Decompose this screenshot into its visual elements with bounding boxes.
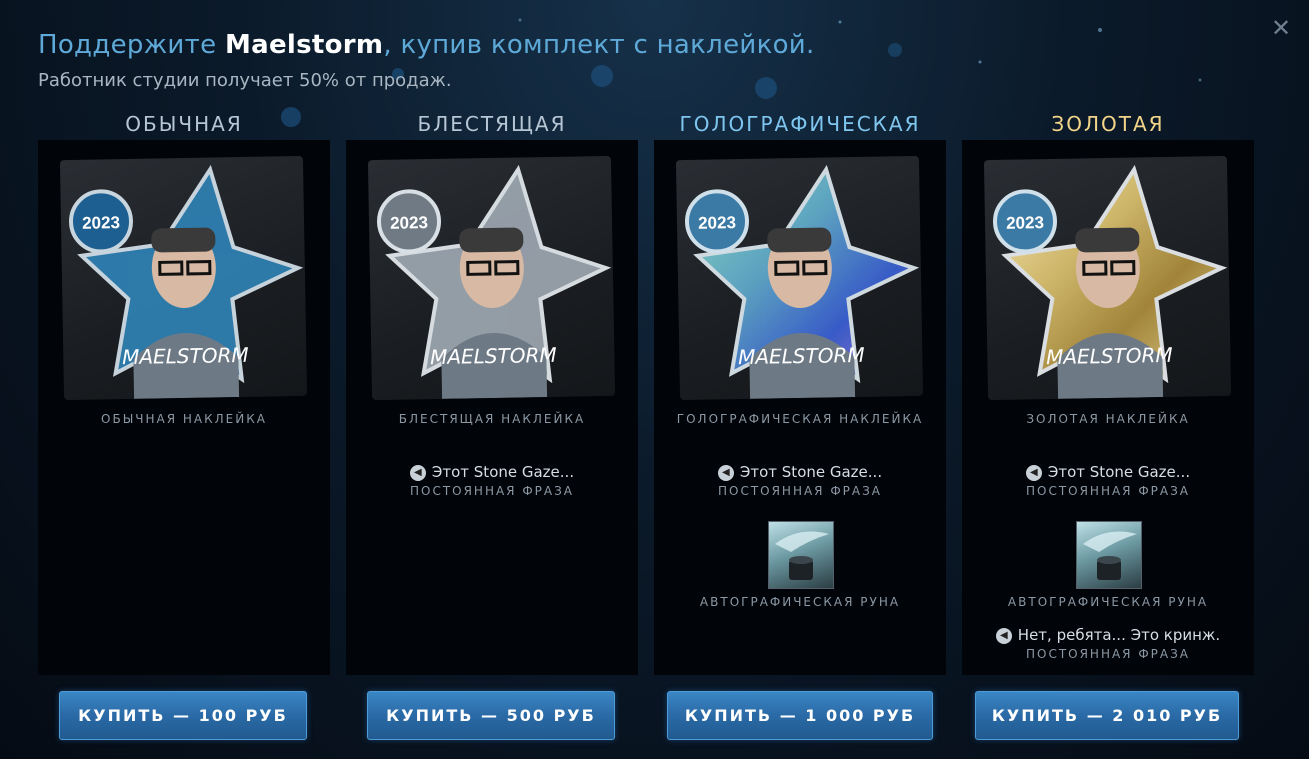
voice-line[interactable]: ◀ Этот Stone Gaze... ПОСТОЯННАЯ ФРАЗА [654, 463, 946, 498]
buy-holo-button[interactable]: КУПИТЬ — 1 000 РУБ [667, 691, 933, 740]
sticker-label: БЛЕСТЯЩАЯ НАКЛЕЙКА [398, 412, 586, 426]
page-subtitle: Работник студии получает 50% от продаж. [38, 70, 452, 91]
voice-line-text: Нет, ребята... Это кринж. [1017, 626, 1221, 644]
voice-line-text: Этот Stone Gaze... [1047, 463, 1191, 481]
tier-panel: 2023 MAELSTORM ГОЛОГРАФИЧЕСКАЯ НАКЛЕЙКА … [654, 140, 946, 675]
sticker-image[interactable]: 2023 MAELSTORM [675, 155, 924, 401]
tier-heading: ГОЛОГРАФИЧЕСКАЯ [679, 112, 921, 136]
close-icon[interactable]: ✕ [1267, 14, 1295, 42]
voice-line[interactable]: ◀ Этот Stone Gaze... ПОСТОЯННАЯ ФРАЗА [346, 463, 638, 498]
voice-line-type: ПОСТОЯННАЯ ФРАЗА [1025, 647, 1191, 661]
autograph-rune-icon[interactable] [768, 521, 834, 589]
sticker-label: ОБЫЧНАЯ НАКЛЕЙКА [101, 412, 267, 426]
rune-label: АВТОГРАФИЧЕСКАЯ РУНА [699, 595, 901, 609]
tier-heading: БЛЕСТЯЩАЯ [417, 112, 567, 136]
tier-column-shiny: БЛЕСТЯЩАЯ 2023 MAELSTORM БЛЕСТЯЩАЯ НАКЛЕ… [346, 112, 638, 675]
sticker-image[interactable]: 2023 MAELSTORM [983, 155, 1232, 401]
svg-text:MAELSTORM: MAELSTORM [430, 343, 557, 369]
streamer-name: Maelstorm [224, 30, 384, 60]
voice-line[interactable]: ◀ Нет, ребята... Это кринж. ПОСТОЯННАЯ ФР… [962, 626, 1254, 661]
svg-text:2023: 2023 [82, 213, 120, 233]
rune-label: АВТОГРАФИЧЕСКАЯ РУНА [1007, 595, 1209, 609]
page-title: Поддержите Maelstorm, купив комплект с н… [38, 30, 815, 60]
buy-gold-button[interactable]: КУПИТЬ — 2 010 РУБ [975, 691, 1239, 740]
speaker-icon[interactable]: ◀ [995, 628, 1012, 644]
sticker-label: ГОЛОГРАФИЧЕСКАЯ НАКЛЕЙКА [676, 412, 924, 426]
tier-panel: 2023 MAELSTORM БЛЕСТЯЩАЯ НАКЛЕЙКА ◀ Этот … [346, 140, 638, 675]
svg-text:MAELSTORM: MAELSTORM [1046, 343, 1173, 369]
voice-line-type: ПОСТОЯННАЯ ФРАЗА [409, 484, 575, 498]
svg-text:2023: 2023 [1006, 213, 1044, 233]
tier-panel: 2023 MAELSTORM ЗОЛОТАЯ НАКЛЕЙКА ◀ Этот St… [962, 140, 1254, 675]
tier-column-normal: ОБЫЧНАЯ 2023 MAELSTORM ОБЫЧНАЯ НАКЛЕЙКА [38, 112, 330, 675]
svg-text:2023: 2023 [698, 213, 736, 233]
sticker-image[interactable]: 2023 MAELSTORM [59, 155, 308, 401]
voice-line-type: ПОСТОЯННАЯ ФРАЗА [717, 484, 883, 498]
tier-column-holo: ГОЛОГРАФИЧЕСКАЯ 2023 MAELSTORM ГОЛОГРАФИ… [654, 112, 946, 675]
svg-text:MAELSTORM: MAELSTORM [122, 343, 249, 369]
svg-text:MAELSTORM: MAELSTORM [738, 343, 865, 369]
speaker-icon[interactable]: ◀ [1025, 465, 1042, 481]
voice-line-type: ПОСТОЯННАЯ ФРАЗА [1025, 484, 1191, 498]
tier-heading: ЗОЛОТАЯ [1051, 112, 1165, 136]
buy-normal-button[interactable]: КУПИТЬ — 100 РУБ [59, 691, 307, 740]
sticker-image[interactable]: 2023 MAELSTORM [367, 155, 616, 401]
svg-text:2023: 2023 [390, 213, 428, 233]
voice-line-text: Этот Stone Gaze... [431, 463, 575, 481]
voice-line[interactable]: ◀ Этот Stone Gaze... ПОСТОЯННАЯ ФРАЗА [962, 463, 1254, 498]
speaker-icon[interactable]: ◀ [717, 465, 734, 481]
sticker-label: ЗОЛОТАЯ НАКЛЕЙКА [1026, 412, 1190, 426]
autograph-rune-icon[interactable] [1076, 521, 1142, 589]
tier-panel: 2023 MAELSTORM ОБЫЧНАЯ НАКЛЕЙКА [38, 140, 330, 675]
voice-line-text: Этот Stone Gaze... [739, 463, 883, 481]
buy-shiny-button[interactable]: КУПИТЬ — 500 РУБ [367, 691, 615, 740]
speaker-icon[interactable]: ◀ [409, 465, 426, 481]
tier-column-gold: ЗОЛОТАЯ 2023 MAELSTORM ЗОЛОТАЯ НАКЛЕЙКА … [962, 112, 1254, 675]
tier-heading: ОБЫЧНАЯ [125, 112, 243, 136]
